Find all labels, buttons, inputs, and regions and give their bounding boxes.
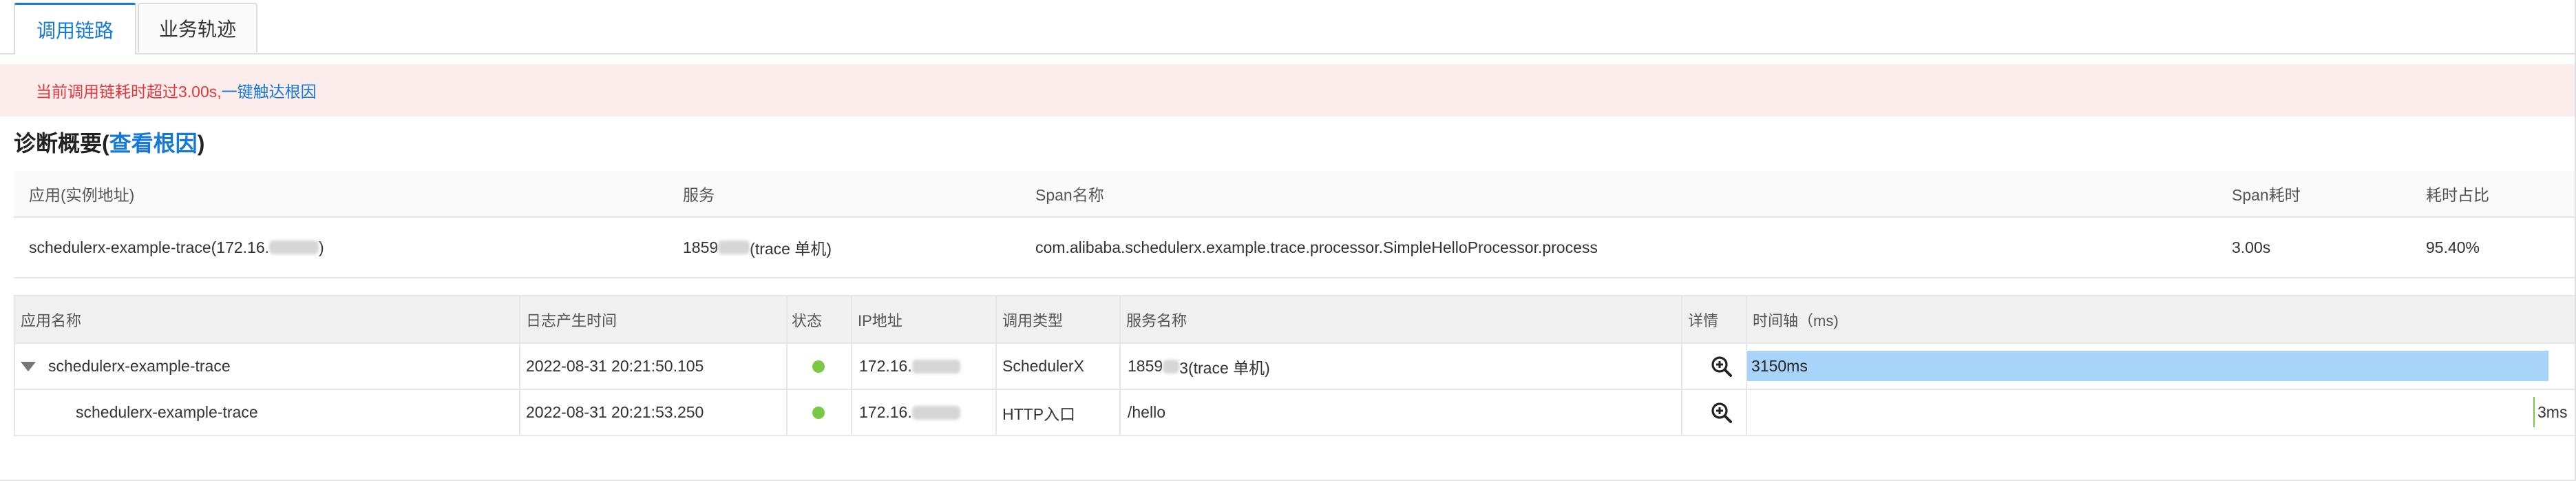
- detail-button[interactable]: [1710, 344, 1733, 389]
- summary-app-prefix: schedulerx-example-trace(172.16.: [29, 238, 270, 256]
- expand-toggle[interactable]: [21, 344, 36, 389]
- summary-title-prefix: 诊断概要(: [14, 131, 109, 156]
- row-call-type: SchedulerX: [1002, 357, 1084, 375]
- table-row[interactable]: schedulerx-example-trace 2022-08-31 20:2…: [15, 344, 2576, 390]
- detail-button[interactable]: [1710, 390, 1733, 435]
- status-dot-icon: [812, 406, 825, 419]
- summary-service-suffix: (trace 单机): [750, 240, 832, 258]
- trace-table-header: 应用名称 日志产生时间 状态 IP地址 调用类型 服务名称 详情 时间轴（ms): [15, 296, 2576, 344]
- header-status: 状态: [792, 311, 823, 329]
- zoom-in-icon[interactable]: [1710, 355, 1733, 378]
- header-timeline: 时间轴（ms): [1753, 311, 1839, 329]
- header-app-name: 应用名称: [21, 311, 82, 329]
- row-call-type: HTTP入口: [1002, 405, 1076, 423]
- summary-span-time: 3.00s: [2232, 238, 2271, 256]
- summary-service: 1859 (trace 单机): [683, 218, 832, 277]
- redacted-ip: [269, 240, 319, 254]
- summary-span-name: com.alibaba.schedulerx.example.trace.pro…: [1035, 238, 1598, 256]
- timeline-duration: 3150ms: [1751, 356, 1808, 375]
- diagnosis-summary-title: 诊断概要(查看根因): [14, 126, 204, 158]
- alert-banner: 当前调用链耗时超过3.00s, 一键触达根因: [0, 64, 2576, 116]
- row-service-link[interactable]: /hello: [1128, 390, 1165, 435]
- row-ip-prefix: 172.16.: [859, 403, 912, 421]
- status-dot-icon: [812, 360, 825, 373]
- header-ip: IP地址: [858, 311, 902, 329]
- column-divider: [851, 296, 852, 435]
- summary-time-ratio: 95.40%: [2426, 238, 2480, 256]
- row-ip-prefix: 172.16.: [859, 357, 912, 375]
- row-app-name: schedulerx-example-trace: [76, 403, 258, 421]
- header-app-instance: 应用(实例地址): [29, 186, 135, 204]
- header-span-name: Span名称: [1035, 186, 1104, 204]
- alert-warning-text: 当前调用链耗时超过3.00s,: [36, 83, 222, 101]
- summary-title-suffix: ): [197, 131, 205, 156]
- column-divider: [995, 296, 997, 435]
- summary-app-suffix: ): [319, 238, 324, 256]
- summary-app: schedulerx-example-trace(172.16.): [29, 218, 324, 277]
- row-ip: 172.16.: [859, 344, 960, 389]
- timeline-bar[interactable]: [2533, 397, 2535, 427]
- summary-table-row: schedulerx-example-trace(172.16.) 1859 (t…: [14, 218, 2576, 278]
- header-log-time: 日志产生时间: [526, 311, 617, 329]
- redacted-service-id: [1163, 359, 1180, 373]
- column-divider: [1746, 296, 1747, 435]
- row-log-time: 2022-08-31 20:21:50.105: [526, 357, 704, 375]
- row-service-link[interactable]: 1859 3(trace 单机): [1128, 344, 1270, 389]
- row-service-prefix[interactable]: /hello: [1128, 403, 1165, 422]
- header-span-time: Span耗时: [2232, 186, 2301, 204]
- tab-bar: 调用链路 业务轨迹: [0, 0, 2576, 54]
- row-app-name: schedulerx-example-trace: [48, 357, 231, 375]
- row-status: [812, 344, 825, 389]
- column-divider: [519, 296, 520, 435]
- header-call-type: 调用类型: [1002, 311, 1064, 329]
- column-divider: [1681, 296, 1682, 435]
- redacted-ip: [911, 359, 960, 373]
- zoom-in-icon[interactable]: [1710, 401, 1733, 424]
- row-service-suffix[interactable]: 3(trace 单机): [1179, 355, 1270, 378]
- header-service-name: 服务名称: [1126, 311, 1187, 329]
- column-divider: [1119, 296, 1121, 435]
- redacted-service-id: [718, 240, 750, 254]
- tab-call-chain[interactable]: 调用链路: [14, 3, 136, 54]
- header-detail: 详情: [1688, 311, 1719, 329]
- row-ip: 172.16.: [859, 390, 960, 435]
- header-time-ratio: 耗时占比: [2426, 186, 2489, 204]
- column-divider: [786, 296, 788, 435]
- timeline-bar[interactable]: 3150ms: [1747, 351, 2548, 381]
- root-cause-link[interactable]: 一键触达根因: [222, 79, 317, 102]
- header-service: 服务: [683, 186, 715, 204]
- table-row[interactable]: schedulerx-example-trace 2022-08-31 20:2…: [15, 390, 2576, 436]
- summary-table-header: 应用(实例地址) 服务 Span名称 Span耗时 耗时占比: [14, 171, 2576, 218]
- view-root-cause-link[interactable]: 查看根因: [109, 131, 198, 156]
- row-log-time: 2022-08-31 20:21:53.250: [526, 403, 704, 421]
- timeline-duration: 3ms: [2537, 403, 2568, 421]
- caret-down-icon[interactable]: [21, 361, 36, 371]
- trace-table: 应用名称 日志产生时间 状态 IP地址 调用类型 服务名称 详情 时间轴（ms)…: [14, 295, 2576, 436]
- row-status: [812, 390, 825, 435]
- row-service-prefix[interactable]: 1859: [1128, 357, 1163, 376]
- redacted-ip: [911, 405, 960, 420]
- tab-business-track[interactable]: 业务轨迹: [138, 3, 257, 52]
- summary-service-prefix: 1859: [683, 238, 719, 256]
